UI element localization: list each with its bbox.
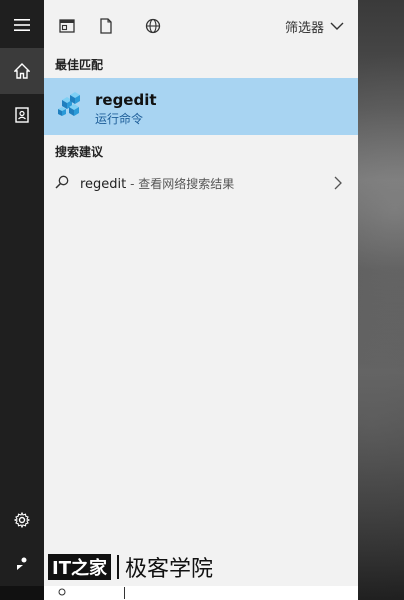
hamburger-icon	[14, 19, 30, 31]
watermark-separator	[116, 555, 119, 579]
settings-icon	[14, 512, 30, 528]
home-button[interactable]	[0, 48, 44, 94]
filter-dropdown[interactable]: 筛选器	[285, 16, 344, 36]
watermark-text: 极客学院	[124, 557, 213, 582]
apps-filter-button[interactable]	[57, 16, 77, 36]
notebook-button[interactable]	[0, 92, 44, 138]
panel-header: 筛选器	[44, 0, 358, 50]
chevron-down-icon	[330, 22, 344, 30]
suggestion-text: regedit - 查看网络搜索结果	[80, 175, 234, 192]
apps-icon	[59, 19, 75, 33]
best-match-heading: 最佳匹配	[55, 58, 104, 72]
search-panel: 筛选器 最佳匹配 regedit 运行命令 搜索建议 regedit - 查看网…	[44, 0, 358, 586]
watermark-logo: IT之家	[48, 554, 111, 580]
chevron-right-icon[interactable]	[334, 176, 342, 190]
web-suggestion[interactable]: regedit - 查看网络搜索结果	[44, 168, 358, 198]
web-icon	[145, 18, 161, 34]
search-icon	[55, 175, 69, 189]
menu-button[interactable]	[0, 2, 44, 48]
feedback-icon	[17, 557, 27, 570]
result-subtitle: 运行命令	[95, 112, 144, 126]
feedback-button[interactable]	[0, 541, 44, 587]
documents-filter-button[interactable]	[96, 16, 116, 36]
document-icon	[100, 18, 112, 34]
web-filter-button[interactable]	[143, 16, 163, 36]
search-box-icon	[58, 588, 66, 596]
watermark: IT之家 极客学院	[48, 552, 213, 582]
home-icon	[14, 63, 30, 79]
suggestions-heading: 搜索建议	[55, 145, 104, 159]
desktop-background	[358, 0, 404, 600]
suggestion-query: regedit	[80, 177, 127, 192]
text-caret	[124, 587, 125, 599]
start-rail	[0, 0, 44, 600]
suggestion-suffix: - 查看网络搜索结果	[126, 177, 235, 191]
settings-button[interactable]	[0, 497, 44, 543]
taskbar-start-area[interactable]	[0, 586, 44, 600]
notebook-icon	[15, 107, 29, 123]
regedit-cubes-icon	[58, 92, 80, 116]
filter-label: 筛选器	[284, 20, 324, 36]
best-match-result[interactable]: regedit 运行命令	[44, 78, 358, 135]
result-title: regedit	[95, 91, 157, 109]
search-input[interactable]	[44, 586, 358, 600]
